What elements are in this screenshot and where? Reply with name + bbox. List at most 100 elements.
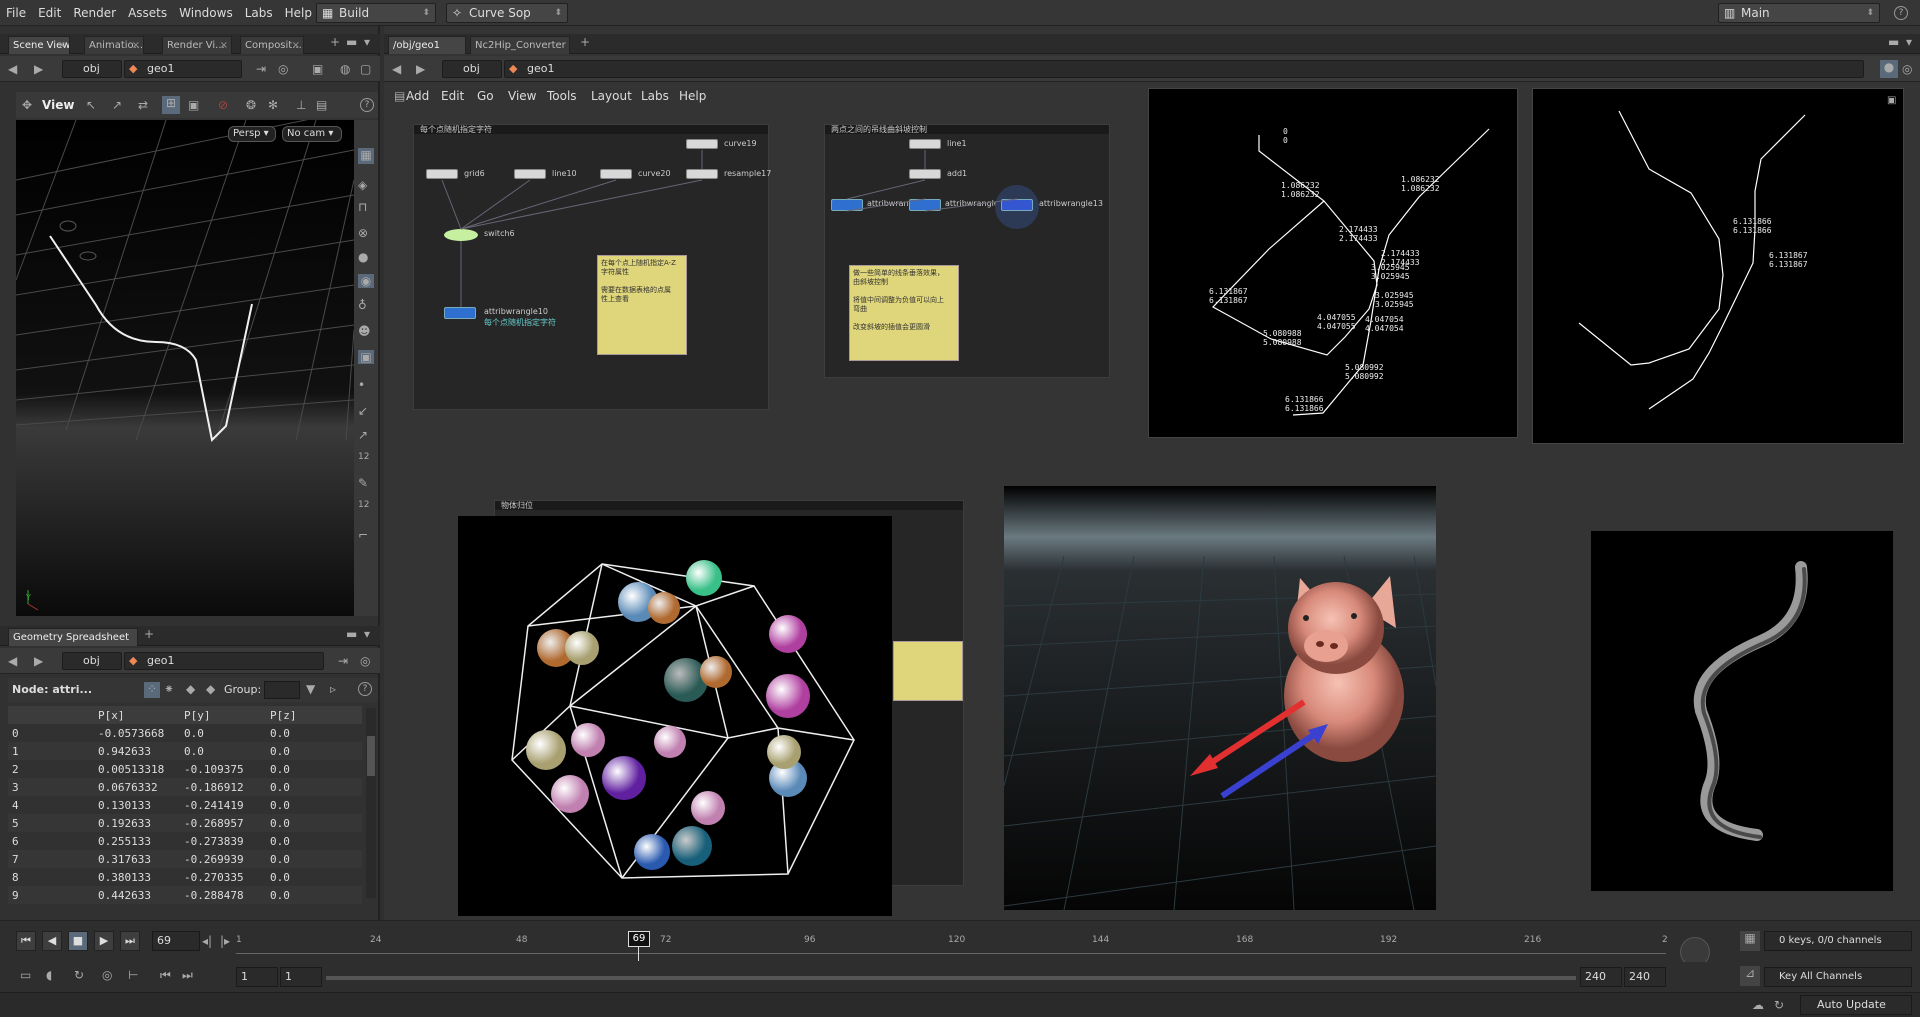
play-button[interactable]: ▶ (94, 931, 114, 951)
net-menu-edit[interactable]: Edit (441, 89, 464, 103)
table-row[interactable]: 2 0.00513318 -0.109375 0.0 (8, 760, 362, 778)
bulb-icon[interactable]: ♁ (358, 298, 367, 312)
forward-icon[interactable]: ▶ (34, 62, 43, 76)
view-mode-icon[interactable]: ▹ (330, 682, 336, 696)
detail-icon[interactable]: ◆ (206, 682, 215, 696)
spreadsheet-help-icon[interactable]: ? (358, 682, 372, 696)
pane-menu-icon[interactable]: ▬ (1888, 35, 1899, 49)
points-icon[interactable]: ⁘ (144, 682, 160, 698)
sticky-note[interactable]: 在每个点上随机指定A-Z 字符属性 需要在数据表格的点属 性上查看 (597, 255, 687, 355)
range-slider[interactable] (326, 976, 1576, 980)
pane-arrow-icon[interactable]: ▾ (364, 627, 370, 641)
add-tab-icon[interactable]: + (330, 35, 340, 49)
align-icon[interactable]: ⊥ (296, 98, 306, 112)
menu-help[interactable]: Help (279, 0, 318, 26)
main-desktop-dropdown[interactable]: ▥ Main ⬍ (1718, 3, 1880, 23)
current-frame-field[interactable]: 69 (152, 931, 200, 951)
select-icon[interactable]: ↖ (86, 98, 96, 112)
pane-menu-icon[interactable]: ▬ (346, 35, 357, 49)
tab-composite[interactable]: Composit... × (240, 36, 304, 54)
menu-assets[interactable]: Assets (122, 0, 173, 26)
auto-update-dropdown[interactable]: Auto Update (1800, 995, 1912, 1015)
skull-icon[interactable]: ☻ (358, 324, 371, 338)
pane-menu-icon[interactable]: ▬ (346, 627, 357, 641)
stop-button[interactable]: ■ (68, 931, 88, 951)
table-row[interactable]: 5 0.192633 -0.268957 0.0 (8, 814, 362, 832)
col-header[interactable]: P[y] (180, 706, 266, 724)
channels-icon[interactable]: ▦ (1740, 931, 1760, 951)
back-icon[interactable]: ◀ (8, 62, 17, 76)
rotate-icon[interactable]: ⇄ (138, 98, 148, 112)
col-header[interactable]: P[z] (266, 706, 362, 724)
go-to-end-button[interactable]: ⏭ (120, 931, 140, 951)
close-icon[interactable]: × (220, 37, 228, 54)
tab-scene-view[interactable]: Scene View × (8, 36, 70, 54)
transform-icon[interactable]: ↗ (112, 98, 122, 112)
path-obj[interactable]: obj (442, 60, 502, 78)
sync-icon[interactable]: ◎ (102, 968, 112, 982)
sticky-note[interactable] (893, 641, 963, 701)
link-icon[interactable]: ◎ (278, 62, 288, 76)
playhead-marker[interactable]: 69 (628, 931, 650, 947)
add-tab-icon[interactable]: + (144, 627, 154, 641)
tab-geometry-spreadsheet[interactable]: Geometry Spreadsheet (8, 628, 138, 646)
menu-edit[interactable]: Edit (32, 0, 67, 26)
net-menu-view[interactable]: View (508, 89, 536, 103)
close-icon[interactable]: × (58, 37, 66, 54)
close-icon[interactable]: × (292, 37, 300, 54)
forward-icon[interactable]: ▶ (34, 654, 43, 668)
desktop-build-dropdown[interactable]: ▦ Build ⬍ (316, 3, 436, 23)
help-icon[interactable]: ? (1894, 6, 1908, 20)
playback-end-field[interactable]: 240 (1580, 967, 1622, 987)
col-header[interactable]: P[x] (94, 706, 180, 724)
playback-start-field[interactable]: 1 (280, 967, 322, 987)
menu-labs[interactable]: Labs (239, 0, 279, 26)
net-menu-add[interactable]: Add (406, 89, 429, 103)
handle-icon[interactable]: ▣ (188, 98, 199, 112)
persp-menu[interactable]: Persp ▾ (228, 126, 276, 142)
table-row[interactable]: 4 0.130133 -0.241419 0.0 (8, 796, 362, 814)
ghost-icon[interactable]: ◈ (358, 178, 367, 192)
3d-viewport[interactable]: Y Persp ▾ No cam ▾ (16, 120, 354, 616)
add-tab-icon[interactable]: + (580, 35, 590, 49)
shading-icon[interactable]: ⊗ (358, 226, 368, 240)
table-row[interactable]: 8 0.380133 -0.270335 0.0 (8, 868, 362, 886)
table-row[interactable]: 0 -0.0573668 0.0 0.0 (8, 724, 362, 742)
light-icon[interactable]: ◉ (358, 274, 374, 288)
snap-icon[interactable]: ⊞ (162, 96, 180, 114)
network-box-hanging-curve[interactable]: 两点之间的吊线曲斜坡控制 line1 add1 attribwrangle11 … (824, 124, 1110, 378)
menu-file[interactable]: File (0, 0, 32, 26)
net-menu-help[interactable]: Help (679, 89, 706, 103)
scroll-thumb[interactable] (367, 736, 375, 776)
table-row[interactable]: 3 0.0676332 -0.186912 0.0 (8, 778, 362, 796)
pin-icon[interactable]: ⇥ (338, 654, 348, 668)
tab-render-view[interactable]: Render Vi... × (162, 36, 232, 54)
menu-windows[interactable]: Windows (173, 0, 239, 26)
close-icon[interactable]: × (132, 37, 140, 54)
primitives-icon[interactable]: ◆ (186, 682, 195, 696)
viewport-help-icon[interactable]: ? (360, 98, 374, 112)
next-range-icon[interactable]: ⏭ (182, 968, 193, 983)
net-menu-tools[interactable]: Tools (547, 89, 577, 103)
network-box-random-chars[interactable]: 每个点随机指定字符 grid6 line10 curve20 curve19 r… (413, 124, 771, 410)
display-icon[interactable]: ◍ (340, 62, 350, 76)
forward-icon[interactable]: ▶ (416, 62, 425, 76)
pane-arrow-icon[interactable]: ▾ (364, 35, 370, 49)
key-all-icon[interactable]: ⊿ (1740, 966, 1760, 986)
path-geo[interactable]: ◆ geo1 (124, 60, 242, 78)
realtime-icon[interactable]: ▭ (20, 968, 31, 982)
shelf-curve-dropdown[interactable]: ✧ Curve Sop ⬍ (446, 3, 568, 23)
point-icon[interactable]: • (358, 378, 365, 392)
settings-icon[interactable]: ✻ (268, 98, 278, 112)
table-row[interactable]: 6 0.255133 -0.273839 0.0 (8, 832, 362, 850)
spreadsheet-scrollbar[interactable] (366, 708, 376, 898)
sphere-icon[interactable]: ● (358, 250, 368, 264)
filter-icon[interactable]: ▼ (306, 682, 315, 696)
window-icon[interactable]: ▢ (360, 62, 371, 76)
path-geo[interactable]: ◆ geo1 (504, 60, 1864, 78)
loop-icon[interactable]: ↻ (74, 968, 84, 982)
brush-icon[interactable]: ✎ (358, 476, 368, 490)
net-menu-go[interactable]: Go (477, 89, 494, 103)
net-menu-layout[interactable]: Layout (591, 89, 632, 103)
lock-icon[interactable]: ⊓ (358, 200, 367, 214)
